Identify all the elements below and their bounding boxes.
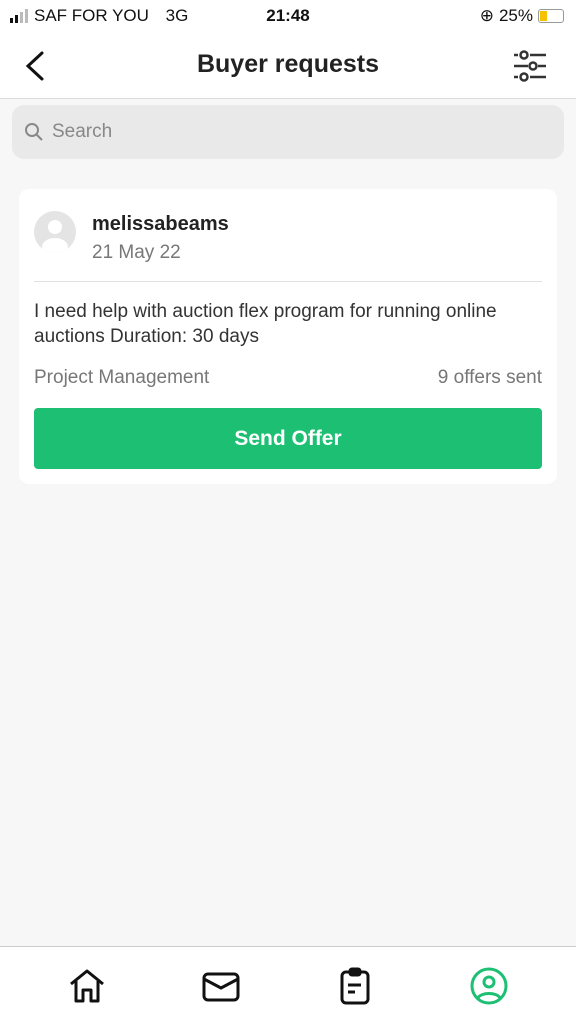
offers-count: 9 offers sent [437,367,542,388]
avatar [34,211,76,253]
orientation-lock-icon: ⊕ [479,6,494,25]
filter-icon[interactable] [512,50,548,82]
inbox-icon[interactable] [201,966,241,1006]
battery-percent: 25% [498,6,533,25]
search-icon [25,123,43,141]
search-placeholder: Search [52,121,113,142]
home-icon[interactable] [67,966,107,1006]
tab-bar [0,946,576,1024]
request-card: melissabeams 21 May 22 I need help with … [19,189,557,484]
username[interactable]: melissabeams [92,213,229,236]
request-description: I need help with auction flex program fo… [34,301,497,347]
send-offer-button[interactable]: Send Offer [34,408,542,469]
divider [34,281,542,282]
profile-icon[interactable] [469,966,509,1006]
orders-icon[interactable] [335,966,375,1006]
page-title: Buyer requests [196,50,380,78]
battery-icon [538,9,564,23]
search-input[interactable]: Search [12,105,564,159]
header: Buyer requests [0,34,576,99]
request-date: 21 May 22 [92,242,181,263]
request-category: Project Management [34,367,210,388]
status-bar: SAF FOR YOU 3G 21:48 ⊕ 25% [0,0,576,34]
